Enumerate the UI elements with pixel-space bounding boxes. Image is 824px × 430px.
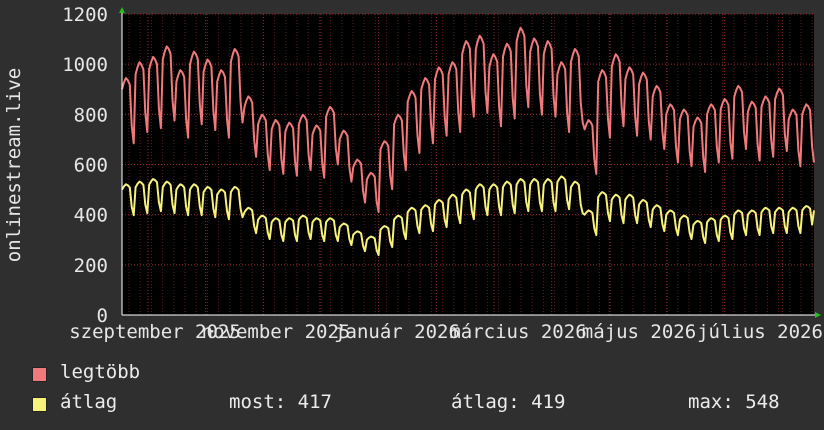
legend-swatch-max	[32, 367, 47, 382]
x-tick-label: március 2026	[449, 321, 586, 343]
y-tick-label: 800	[74, 104, 108, 126]
y-tick-label: 200	[74, 255, 108, 277]
stat-average: átlag: 419	[451, 391, 566, 413]
y-axis-arrow	[119, 7, 125, 13]
y-tick-label: 1000	[62, 54, 108, 76]
x-tick-label: május 2026	[582, 321, 696, 343]
x-axis-arrow	[815, 312, 821, 318]
stat-current: most: 417	[229, 391, 332, 413]
x-tick-label: november 2025	[202, 321, 351, 343]
legend-label-max: legtöbb	[60, 361, 141, 383]
x-tick-labels: szeptember 2025november 2025január 2026m…	[69, 321, 823, 343]
legend-swatch-avg	[32, 397, 47, 412]
y-tick-labels: 020040060080010001200	[62, 4, 108, 327]
y-tick-label: 600	[74, 155, 108, 177]
x-tick-label: január 2026	[334, 321, 460, 343]
chart: 020040060080010001200 szeptember 2025nov…	[3, 4, 823, 343]
stat-maximum: max: 548	[688, 391, 780, 413]
legend-label-avg: átlag	[60, 391, 118, 413]
y-tick-label: 400	[74, 205, 108, 227]
y-axis-label: onlinestream.live	[3, 68, 25, 262]
x-tick-label: július 2026	[697, 321, 823, 343]
y-tick-label: 1200	[62, 4, 108, 26]
